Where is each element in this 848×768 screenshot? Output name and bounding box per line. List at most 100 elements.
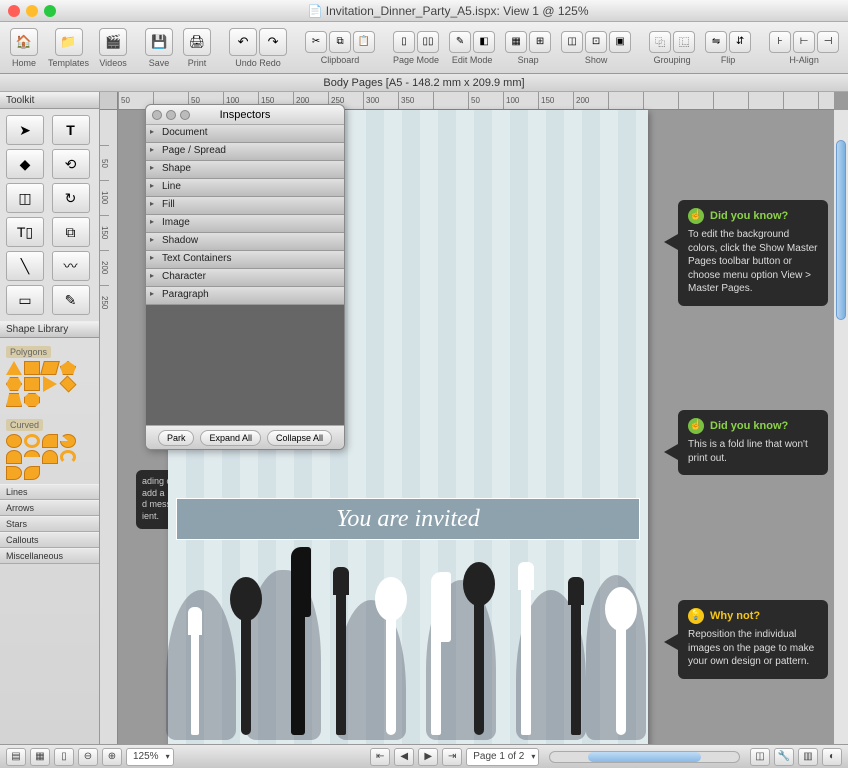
arc-shape[interactable] — [24, 450, 40, 464]
horizontal-scroll-thumb[interactable] — [588, 752, 701, 762]
round-rect-shape[interactable] — [42, 450, 58, 464]
show-b-button[interactable]: ⊡ — [585, 31, 607, 53]
node-tool[interactable]: ◆ — [6, 149, 44, 179]
flip-v-button[interactable]: ⇵ — [729, 31, 751, 53]
sb-tool-a-button[interactable]: ◫ — [750, 748, 770, 766]
snap-grid-button[interactable]: ▦ — [505, 31, 527, 53]
panel-close-icon[interactable] — [152, 110, 162, 120]
knife-icon[interactable] — [431, 580, 441, 735]
copy-button[interactable]: ⧉ — [329, 31, 351, 53]
inspectors-panel[interactable]: Inspectors Document Page / Spread Shape … — [145, 104, 345, 450]
reshape-tool[interactable]: ↻ — [52, 183, 90, 213]
sb-last-page-button[interactable]: ⇥ — [442, 748, 462, 766]
pentagon-shape[interactable] — [60, 361, 76, 375]
align-center-button[interactable]: ⊢ — [793, 31, 815, 53]
inspector-row-page-spread[interactable]: Page / Spread — [146, 143, 344, 161]
fork-icon[interactable] — [336, 585, 346, 735]
align-right-button[interactable]: ⊣ — [817, 31, 839, 53]
circle-shape[interactable] — [6, 434, 22, 448]
sb-zoom-in-button[interactable]: ⊕ — [102, 748, 122, 766]
triangle-shape[interactable] — [6, 361, 22, 375]
page-spread-button[interactable]: ▯▯ — [417, 31, 439, 53]
flip-h-button[interactable]: ⇋ — [705, 31, 727, 53]
linked-text-tool[interactable]: ⧉ — [52, 217, 90, 247]
show-a-button[interactable]: ◫ — [561, 31, 583, 53]
expand-all-button[interactable]: Expand All — [200, 430, 261, 446]
sb-first-page-button[interactable]: ⇤ — [370, 748, 390, 766]
zoom-button[interactable] — [44, 5, 56, 17]
pie-shape[interactable] — [60, 434, 76, 448]
rect-tool[interactable]: ▭ — [6, 285, 44, 315]
cat-stars[interactable]: Stars — [0, 516, 99, 532]
halfcircle-shape[interactable] — [6, 466, 22, 480]
show-c-button[interactable]: ▣ — [609, 31, 631, 53]
inspector-row-shadow[interactable]: Shadow — [146, 233, 344, 251]
inspector-row-text-containers[interactable]: Text Containers — [146, 251, 344, 269]
edit-master-button[interactable]: ◧ — [473, 31, 495, 53]
sb-view3-button[interactable]: ▯ — [54, 748, 74, 766]
fork-icon[interactable] — [191, 625, 199, 735]
templates-button[interactable]: 📁 — [55, 28, 83, 56]
align-left-button[interactable]: ⊦ — [769, 31, 791, 53]
horizontal-scrollbar[interactable] — [549, 751, 740, 763]
page-single-button[interactable]: ▯ — [393, 31, 415, 53]
inspector-row-shape[interactable]: Shape — [146, 161, 344, 179]
sb-tool-c-button[interactable]: ▥ — [798, 748, 818, 766]
inspector-row-image[interactable]: Image — [146, 215, 344, 233]
group-button[interactable]: ⿻ — [649, 31, 671, 53]
inspector-row-line[interactable]: Line — [146, 179, 344, 197]
park-button[interactable]: Park — [158, 430, 195, 446]
zoom-select[interactable]: 125% — [126, 748, 174, 766]
curve-tool[interactable]: 〰 — [52, 251, 90, 281]
cut-button[interactable]: ✂ — [305, 31, 327, 53]
panel-min-icon[interactable] — [166, 110, 176, 120]
vertical-scroll-thumb[interactable] — [836, 140, 846, 320]
trapezoid-shape[interactable] — [6, 393, 22, 407]
rotate-tool[interactable]: ⟲ — [52, 149, 90, 179]
crop-tool[interactable]: ◫ — [6, 183, 44, 213]
collapse-all-button[interactable]: Collapse All — [267, 430, 332, 446]
sb-tool-b-button[interactable]: 🔧 — [774, 748, 794, 766]
edit-normal-button[interactable]: ✎ — [449, 31, 471, 53]
open-ring-shape[interactable] — [60, 450, 76, 464]
fork-icon[interactable] — [521, 580, 531, 735]
cat-misc[interactable]: Miscellaneous — [0, 548, 99, 564]
square-shape[interactable] — [24, 361, 40, 375]
page-select[interactable]: Page 1 of 2 — [466, 748, 539, 766]
octagon-shape[interactable] — [24, 393, 40, 407]
home-button[interactable]: 🏠 — [10, 28, 38, 56]
save-button[interactable]: 💾 — [145, 28, 173, 56]
pointer-tool[interactable]: ➤ — [6, 115, 44, 145]
text-tool[interactable]: T — [52, 115, 90, 145]
rtriangle-shape[interactable] — [43, 376, 57, 392]
snap-guides-button[interactable]: ⊞ — [529, 31, 551, 53]
sb-next-page-button[interactable]: ▶ — [418, 748, 438, 766]
invite-banner[interactable]: You are invited — [176, 498, 640, 540]
ungroup-button[interactable]: ⿺ — [673, 31, 695, 53]
paste-button[interactable]: 📋 — [353, 31, 375, 53]
spoon-icon[interactable] — [386, 605, 396, 735]
inspectors-titlebar[interactable]: Inspectors — [146, 105, 344, 125]
knife-icon[interactable] — [291, 555, 305, 735]
half-shape[interactable] — [6, 450, 22, 464]
sb-view1-button[interactable]: ▤ — [6, 748, 26, 766]
undo-button[interactable]: ↶ — [229, 28, 257, 56]
parallelogram-shape[interactable] — [40, 361, 60, 375]
text-frame-tool[interactable]: T▯ — [6, 217, 44, 247]
cat-arrows[interactable]: Arrows — [0, 500, 99, 516]
fork-icon[interactable] — [571, 595, 581, 735]
hexagon-shape[interactable] — [6, 377, 22, 391]
sb-tool-d-button[interactable]: ◐ — [822, 748, 842, 766]
vertical-scrollbar[interactable] — [834, 110, 848, 744]
sb-zoom-out-button[interactable]: ⊖ — [78, 748, 98, 766]
diamond-shape[interactable] — [60, 376, 77, 393]
sb-prev-page-button[interactable]: ◀ — [394, 748, 414, 766]
close-button[interactable] — [8, 5, 20, 17]
panel-zoom-icon[interactable] — [180, 110, 190, 120]
line-tool[interactable]: ╲ — [6, 251, 44, 281]
quarter-shape[interactable] — [42, 434, 58, 448]
videos-button[interactable]: 🎬 — [99, 28, 127, 56]
ring-shape[interactable] — [24, 434, 40, 448]
spoon-icon[interactable] — [616, 615, 626, 735]
sb-view2-button[interactable]: ▦ — [30, 748, 50, 766]
